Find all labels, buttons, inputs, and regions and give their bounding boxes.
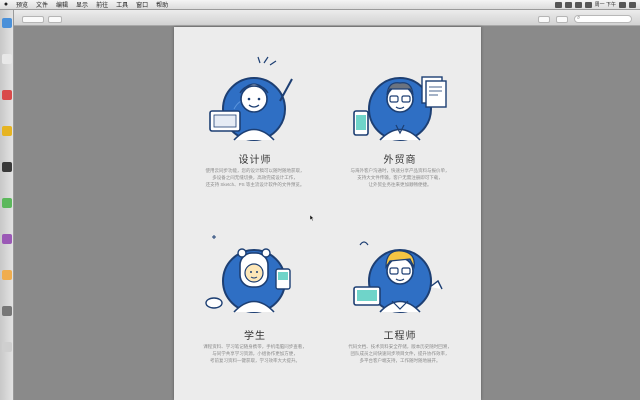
safari-icon[interactable]	[2, 54, 12, 64]
battery-icon[interactable]	[574, 1, 582, 8]
role-desc-designer: 使用云同步功能，您的设计稿可以随时随地获取， 多设备之间无缝切换，高效完成设计工…	[180, 167, 330, 188]
menu-tools[interactable]: 工具	[112, 0, 132, 9]
role-desc-student: 课程资料、学习笔记随身携带，手机电脑同步查看， 与同学共享学习资源，小组协作更加…	[180, 343, 330, 364]
bluetooth-icon[interactable]	[584, 1, 592, 8]
desc-line: 课程资料、学习笔记随身携带，手机电脑同步查看，	[203, 344, 307, 349]
menu-view[interactable]: 显示	[72, 0, 92, 9]
mail-icon[interactable]	[2, 90, 12, 100]
student-illustration	[205, 235, 291, 313]
menu-file[interactable]: 文件	[32, 0, 52, 9]
desc-line: 支持大文件传输，客户无需注册即可下载，	[357, 175, 443, 180]
chrome-icon[interactable]	[2, 126, 12, 136]
terminal-icon[interactable]	[2, 198, 12, 208]
engineer-illustration	[353, 241, 443, 313]
role-desc-engineer: 代码文档、技术资料安全存储，版本历史随时回溯， 团队成员之间快速同步项目文件，提…	[325, 343, 475, 364]
menu-go[interactable]: 前往	[92, 0, 112, 9]
role-desc-trader: 与海外客户沟通时，快速分享产品资料与报价单， 支持大文件传输，客户无需注册即可下…	[325, 167, 475, 188]
notification-center-icon[interactable]	[629, 1, 636, 8]
clock[interactable]: 周一 下午	[595, 1, 616, 8]
desc-line: 考前复习资料一键获取，学习效率大大提升。	[210, 358, 300, 363]
notes-icon[interactable]	[2, 270, 12, 280]
volume-icon[interactable]	[564, 1, 572, 8]
apple-menu-icon[interactable]: ●	[0, 1, 12, 8]
desc-line: 让外贸业务往来更加顺畅便捷。	[368, 182, 432, 187]
finder-icon[interactable]	[2, 18, 12, 28]
wifi-icon[interactable]	[554, 1, 562, 8]
window-toolbar	[14, 10, 640, 26]
desc-line: 多设备之间无缝切换，高效完成设计工作，	[212, 175, 298, 180]
photos-icon[interactable]	[2, 234, 12, 244]
search-input[interactable]	[574, 15, 632, 23]
desc-line: 与同学共享学习资源，小组协作更加方便，	[212, 351, 298, 356]
menu-help[interactable]: 帮助	[152, 0, 172, 9]
settings-icon[interactable]	[2, 306, 12, 316]
zoom-button[interactable]	[48, 16, 62, 23]
mouse-cursor-icon	[310, 215, 314, 221]
menu-bar: ● 预览 文件 编辑 显示 前往 工具 窗口 帮助 周一 下午	[0, 0, 640, 10]
desc-line: 使用云同步功能，您的设计稿可以随时随地获取，	[205, 168, 305, 173]
menu-edit[interactable]: 编辑	[52, 0, 72, 9]
desc-line: 代码文档、技术资料安全存储，版本历史随时回溯，	[348, 344, 452, 349]
sidebar-toggle-button[interactable]	[22, 16, 44, 23]
share-button[interactable]	[538, 16, 550, 23]
desc-line: 与海外客户沟通时，快速分享产品资料与报价单，	[350, 168, 450, 173]
menu-window[interactable]: 窗口	[132, 0, 152, 9]
desc-line: 多平台客户端支持，工作随时随地展开。	[359, 358, 441, 363]
status-area: 周一 下午	[554, 1, 640, 8]
desc-line: 还支持 Sketch、PS 等主流设计软件的文件预览。	[205, 182, 305, 187]
trash-icon[interactable]	[2, 342, 12, 352]
dock	[0, 10, 14, 400]
designer-illustration	[209, 56, 293, 141]
document-page: 设计师 使用云同步功能，您的设计稿可以随时随地获取， 多设备之间无缝切换，高效完…	[174, 27, 481, 400]
menu-app[interactable]: 预览	[12, 0, 32, 9]
role-title-student: 学生	[244, 331, 266, 342]
role-title-engineer: 工程师	[383, 331, 417, 342]
spotlight-icon[interactable]	[619, 1, 626, 8]
trader-illustration	[353, 76, 447, 141]
role-title-designer: 设计师	[238, 155, 272, 166]
annotate-button[interactable]	[556, 16, 568, 23]
calendar-icon[interactable]	[2, 162, 12, 172]
role-title-trader: 外贸商	[383, 155, 417, 166]
desc-line: 团队成员之间快速同步项目文件，提升协作效率，	[350, 351, 450, 356]
